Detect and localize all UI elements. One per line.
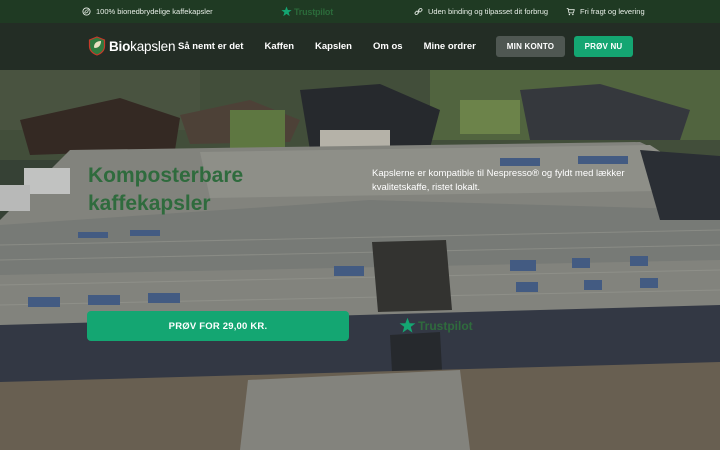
hero-title: Komposterbare kaffekapsler: [88, 164, 244, 215]
my-account-button[interactable]: MIN KONTO: [496, 36, 565, 57]
trustpilot-star-icon: [281, 6, 292, 17]
hero-overlay: [0, 70, 720, 450]
cart-icon: [566, 7, 575, 16]
hero-section: Komposterbare kaffekapsler Kapslerne er …: [0, 70, 720, 450]
announcement-text: Uden binding og tilpasset dit forbrug: [428, 7, 549, 16]
logo-text: Biokapslen: [109, 38, 176, 54]
link-icon: [414, 7, 423, 16]
main-navbar: Biokapslen Så nemt er det Kaffen Kapslen…: [0, 23, 720, 70]
announcement-item-compostable: 100% bionedbrydelige kaffekapsler: [82, 0, 213, 23]
announcement-item-no-binding: Uden binding og tilpasset dit forbrug: [414, 0, 548, 23]
trustpilot-badge-large[interactable]: Trustpilot: [399, 317, 473, 334]
announcement-text: Fri fragt og levering: [580, 7, 645, 16]
leaf-icon: [82, 7, 91, 16]
trustpilot-label: Trustpilot: [294, 6, 333, 17]
logo-shield-icon: [88, 36, 106, 56]
nav-link-about[interactable]: Om os: [373, 41, 403, 52]
logo[interactable]: Biokapslen: [88, 36, 175, 56]
trustpilot-badge-small[interactable]: Trustpilot: [281, 0, 333, 23]
nav-link-my-orders[interactable]: Mine ordrer: [424, 41, 476, 52]
try-offer-button[interactable]: PRØV FOR 29,00 KR.: [87, 311, 349, 341]
nav-link-how-it-works[interactable]: Så nemt er det: [178, 41, 243, 52]
hero-description: Kapslerne er kompatible til Nespresso® o…: [372, 168, 625, 193]
trustpilot-star-icon: [399, 317, 416, 333]
nav-link-coffee[interactable]: Kaffen: [264, 41, 294, 52]
announcement-bar: 100% bionedbrydelige kaffekapsler Trustp…: [0, 0, 720, 23]
nav-link-capsule[interactable]: Kapslen: [315, 41, 352, 52]
trustpilot-label: Trustpilot: [418, 318, 473, 333]
announcement-item-free-shipping: Fri fragt og levering: [566, 0, 645, 23]
announcement-text: 100% bionedbrydelige kaffekapsler: [96, 7, 213, 16]
try-now-button[interactable]: PRØV NU: [574, 36, 633, 57]
nav-links: Så nemt er det Kaffen Kapslen Om os Mine…: [178, 23, 497, 70]
